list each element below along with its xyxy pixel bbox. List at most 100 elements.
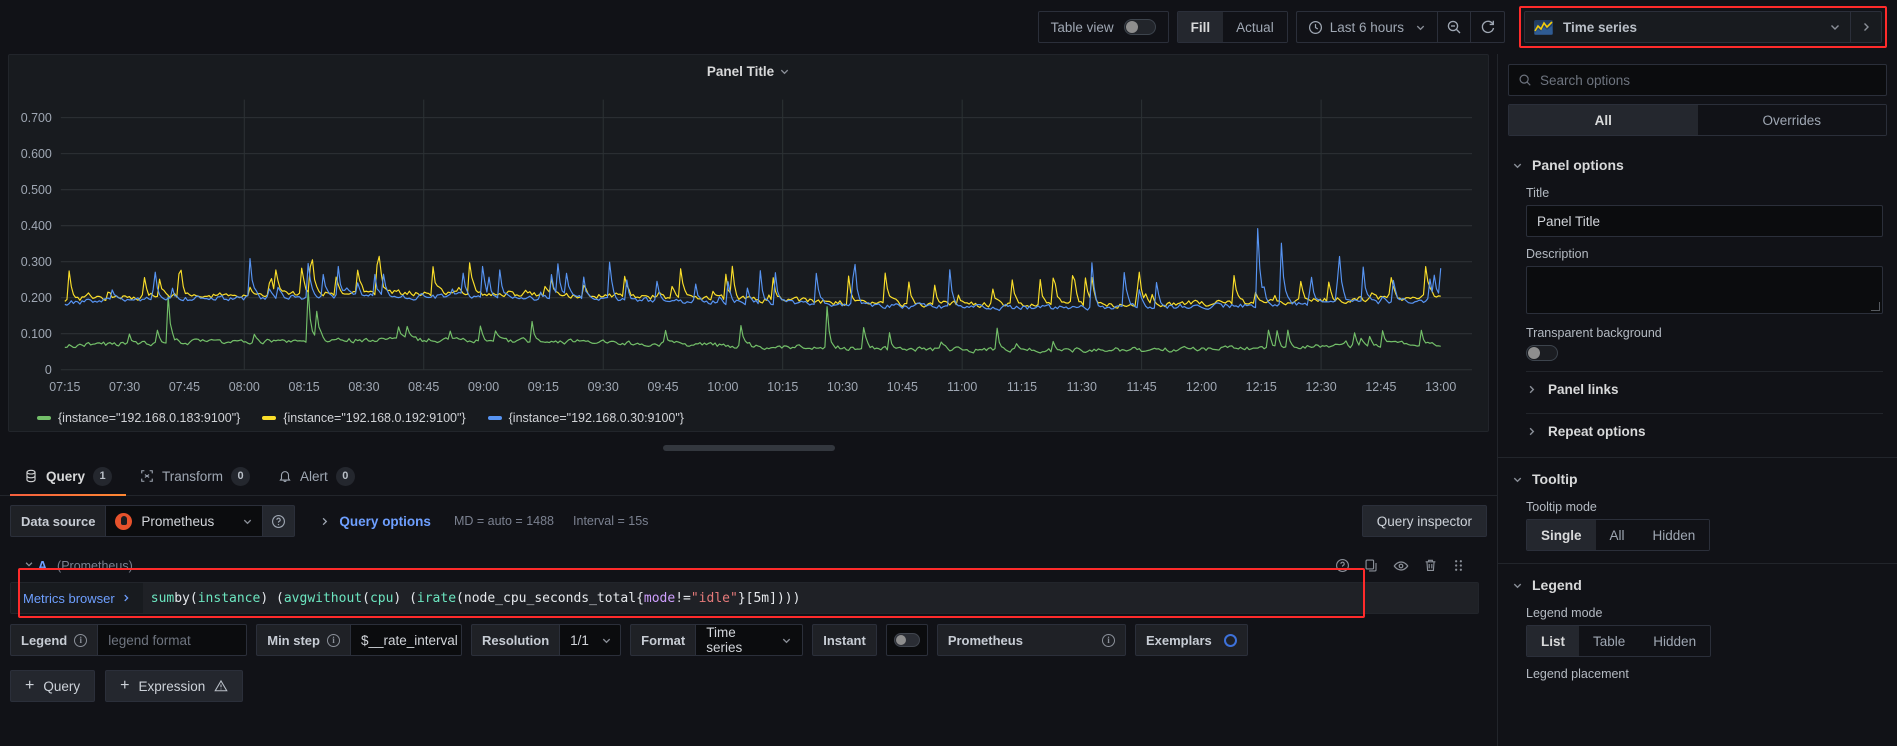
instant-group: Instant: [812, 624, 877, 656]
drag-handle-icon[interactable]: [662, 445, 835, 451]
legend-mode-table[interactable]: Table: [1579, 626, 1640, 656]
panel-description-label: Description: [1526, 247, 1589, 261]
fill-button[interactable]: Fill: [1177, 12, 1224, 42]
subsection-repeat-options[interactable]: Repeat options: [1526, 413, 1883, 445]
section-tooltip-header[interactable]: Tooltip: [1498, 468, 1897, 490]
info-icon[interactable]: i: [326, 633, 340, 647]
legend-format-input[interactable]: legend format: [97, 624, 248, 656]
table-view-switch[interactable]: [1123, 19, 1156, 35]
tab-alert[interactable]: Alert 0: [264, 457, 369, 495]
query-row-A: A (Prometheus) Metrics browser sum by (…: [10, 556, 1487, 702]
add-expression-button[interactable]: + Expression: [105, 670, 244, 702]
format-select[interactable]: Time series: [695, 624, 804, 656]
add-query-button[interactable]: + Query: [10, 670, 96, 702]
tab-query-label: Query: [46, 468, 86, 484]
resolution-value: 1/1: [570, 632, 589, 648]
exemplars-toggle[interactable]: Exemplars: [1134, 624, 1248, 656]
datasource-select[interactable]: Prometheus: [105, 505, 264, 537]
tab-alert-label: Alert: [300, 468, 328, 484]
legend-placement-label: Legend placement: [1526, 667, 1629, 681]
toggle-options-pane-button[interactable]: [1850, 12, 1881, 42]
chart-plot-area[interactable]: 0.700 0.600 0.500 0.400 0.300 0.200 0.100 0 07:1…: [9, 83, 1488, 408]
visualization-picker-main[interactable]: Time series: [1525, 12, 1820, 42]
legend-format-label: Legend i: [10, 624, 98, 656]
legend-item-label: {instance="192.168.0.192:9100"}: [283, 411, 466, 425]
legend-color-swatch: [262, 416, 277, 420]
plus-icon: +: [120, 677, 130, 694]
refresh-button[interactable]: [1471, 11, 1505, 43]
legend-item[interactable]: {instance="192.168.0.30:9100"}: [487, 411, 684, 425]
legend-mode-hidden[interactable]: Hidden: [1639, 626, 1711, 656]
svg-text:08:15: 08:15: [289, 379, 320, 394]
datasource-help-button[interactable]: [263, 505, 296, 537]
instant-switch[interactable]: [893, 633, 920, 647]
chevron-right-icon[interactable]: [319, 516, 330, 527]
help-circle-icon[interactable]: [1335, 558, 1350, 574]
visualization-picker[interactable]: Time series: [1524, 11, 1882, 43]
field-transparent-background: Transparent background: [1498, 314, 1897, 361]
panel-header[interactable]: Panel Title: [9, 55, 1488, 83]
section-panel-options-header[interactable]: Panel options: [1498, 154, 1897, 176]
time-range-picker[interactable]: Last 6 hours: [1295, 11, 1437, 43]
chevron-down-icon[interactable]: [24, 559, 34, 569]
options-pane-tabs: All Overrides: [1508, 104, 1887, 136]
field-legend-placement: Legend placement: [1498, 657, 1897, 681]
svg-text:12:45: 12:45: [1365, 379, 1396, 394]
panel-description-textarea[interactable]: [1526, 266, 1883, 314]
legend-item[interactable]: {instance="192.168.0.192:9100"}: [262, 411, 466, 425]
repeat-options-label: Repeat options: [1548, 424, 1646, 439]
actual-button[interactable]: Actual: [1223, 12, 1287, 42]
tab-transform[interactable]: Transform 0: [126, 457, 264, 495]
panel-title-input[interactable]: Panel Title: [1526, 205, 1883, 237]
tooltip-mode-radio-group: Single All Hidden: [1526, 519, 1711, 551]
info-icon[interactable]: i: [1101, 633, 1115, 647]
zoom-out-button[interactable]: [1437, 11, 1471, 43]
tab-overrides[interactable]: Overrides: [1697, 105, 1886, 135]
help-circle-icon: [271, 514, 286, 529]
query-options-interval: Interval = 15s: [573, 514, 649, 528]
tab-query[interactable]: Query 1: [10, 457, 127, 496]
panel-resize-handle[interactable]: [0, 440, 1497, 456]
svg-text:13:00: 13:00: [1425, 379, 1456, 394]
visualization-picker-label: Time series: [1563, 19, 1638, 35]
subsection-panel-links[interactable]: Panel links: [1526, 371, 1883, 403]
instant-toggle[interactable]: [885, 624, 928, 656]
query-options-link[interactable]: Query options: [339, 514, 431, 529]
eye-icon[interactable]: [1393, 558, 1409, 574]
tooltip-mode-single[interactable]: Single: [1527, 520, 1596, 550]
chart-legend: {instance="192.168.0.183:9100"} {instance…: [9, 408, 1488, 431]
drag-handle-icon[interactable]: [1452, 558, 1465, 574]
section-panel-options-title: Panel options: [1532, 157, 1624, 173]
search-options-input[interactable]: Search options: [1508, 64, 1887, 96]
table-view-toggle[interactable]: Table view: [1037, 11, 1169, 43]
legend-item[interactable]: {instance="192.168.0.183:9100"}: [37, 411, 240, 425]
trash-icon[interactable]: [1423, 558, 1438, 574]
query-options-controls: Legend i legend format Min step i $__rat…: [10, 624, 1487, 656]
clock-icon: [1308, 20, 1323, 35]
metrics-browser-button[interactable]: Metrics browser: [11, 583, 143, 613]
info-icon[interactable]: i: [74, 633, 88, 647]
transparent-background-switch[interactable]: [1526, 345, 1558, 361]
duplicate-icon[interactable]: [1364, 558, 1379, 574]
resolution-select[interactable]: 1/1: [559, 624, 622, 656]
tooltip-mode-hidden[interactable]: Hidden: [1638, 520, 1710, 550]
min-step-input[interactable]: $__rate_interval: [349, 624, 462, 656]
tab-all[interactable]: All: [1509, 105, 1698, 135]
page-title: Panel Title: [706, 63, 775, 79]
svg-text:0.700: 0.700: [21, 110, 52, 125]
resolution-group: Resolution 1/1: [470, 624, 622, 656]
svg-text:11:00: 11:00: [947, 379, 977, 394]
panel-editor-toolbar: Table view Fill Actual Last 6 hours Time…: [0, 0, 1897, 54]
resolution-label: Resolution: [470, 624, 560, 656]
legend-mode-list[interactable]: List: [1527, 626, 1580, 656]
datasource-label: Data source: [10, 505, 106, 537]
chevron-down-icon[interactable]: [779, 66, 790, 77]
chevron-down-icon[interactable]: [1820, 21, 1850, 33]
time-range-label: Last 6 hours: [1329, 19, 1404, 35]
promql-expression-input[interactable]: sum by(instance) (avg without(cpu) (irat…: [142, 583, 1478, 613]
tooltip-mode-all[interactable]: All: [1595, 520, 1639, 550]
svg-text:08:00: 08:00: [229, 379, 260, 394]
section-legend-header[interactable]: Legend: [1498, 574, 1897, 596]
query-inspector-button[interactable]: Query inspector: [1361, 505, 1487, 537]
options-pane-scroll[interactable]: Panel options Title Panel Title Descript…: [1498, 136, 1897, 746]
